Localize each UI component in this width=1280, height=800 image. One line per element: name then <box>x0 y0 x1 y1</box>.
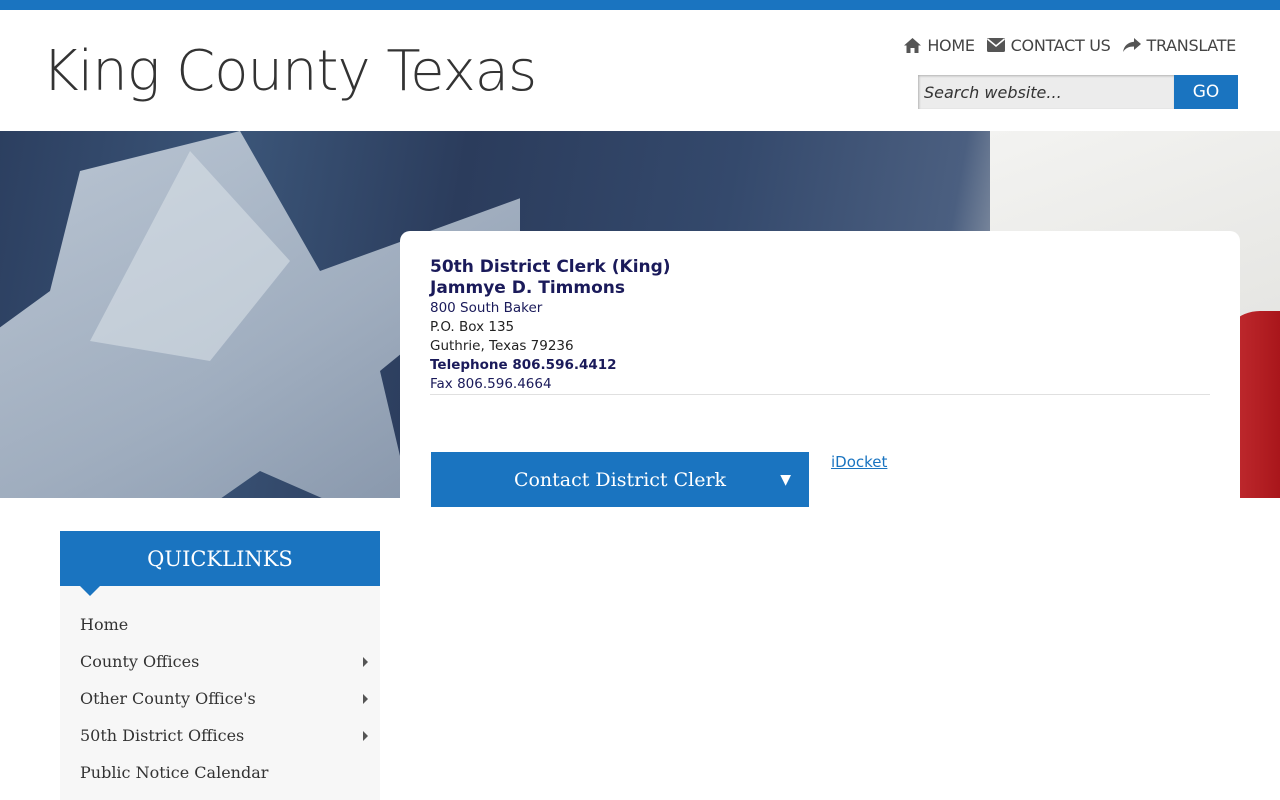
quicklinks-heading: QUICKLINKS <box>60 531 380 596</box>
quicklink-label: Home <box>80 615 129 634</box>
quicklink-public-notice-calendar[interactable]: Public Notice Calendar <box>60 754 380 791</box>
quicklink-county-offices[interactable]: County Offices <box>60 643 380 680</box>
top-accent-bar <box>0 0 1280 10</box>
contact-district-clerk-label: Contact District Clerk <box>513 468 727 491</box>
office-title: 50th District Clerk (King) <box>430 257 671 277</box>
quicklink-label: County Offices <box>80 652 200 671</box>
site-header: King County Texas HOME CONTACT US TRANSL… <box>0 10 1280 131</box>
top-navigation: HOME CONTACT US TRANSLATE <box>892 34 1236 56</box>
contact-district-clerk-button[interactable]: Contact District Clerk ▼ <box>431 452 809 507</box>
office-content-card: 50th District Clerk (King) Jammye D. Tim… <box>400 231 1240 531</box>
search-form: GO <box>918 75 1238 109</box>
nav-home-label: HOME <box>927 35 975 55</box>
idocket-link[interactable]: iDocket <box>831 453 887 471</box>
nav-translate-label: TRANSLATE <box>1146 35 1237 55</box>
nav-contact-us-label: CONTACT US <box>1010 35 1111 55</box>
nav-contact-us[interactable]: CONTACT US <box>986 35 1111 55</box>
envelope-icon <box>986 38 1005 52</box>
quicklink-label: 50th District Offices <box>80 726 245 745</box>
quicklink-label: Other County Office's <box>80 689 256 708</box>
quicklinks-list: Home County Offices Other County Office'… <box>60 586 380 791</box>
quicklinks-heading-label: QUICKLINKS <box>147 546 293 571</box>
office-contact-block: 50th District Clerk (King) Jammye D. Tim… <box>430 257 1210 395</box>
nav-translate[interactable]: TRANSLATE <box>1122 35 1237 55</box>
office-fax: Fax 806.596.4664 <box>430 376 552 392</box>
site-title[interactable]: King County Texas <box>42 40 537 104</box>
office-person-name: Jammye D. Timmons <box>430 278 625 298</box>
search-go-button[interactable]: GO <box>1174 75 1238 109</box>
submenu-arrow-icon <box>363 731 368 741</box>
quicklink-50th-district-offices[interactable]: 50th District Offices <box>60 717 380 754</box>
home-icon <box>904 37 922 53</box>
search-input[interactable] <box>918 75 1174 109</box>
quicklink-other-county-offices[interactable]: Other County Office's <box>60 680 380 717</box>
nav-home[interactable]: HOME <box>904 35 975 55</box>
quicklink-home[interactable]: Home <box>60 606 380 643</box>
dropdown-caret-icon: ▼ <box>780 472 791 488</box>
office-telephone: Telephone 806.596.4412 <box>430 357 617 373</box>
heading-notch-decoration <box>80 586 100 596</box>
submenu-arrow-icon <box>363 657 368 667</box>
address-street: 800 South Baker <box>430 300 543 316</box>
share-arrow-icon <box>1122 37 1141 52</box>
content-divider <box>430 394 1210 395</box>
submenu-arrow-icon <box>363 694 368 704</box>
quicklink-label: Public Notice Calendar <box>80 763 269 782</box>
address-po-box: P.O. Box 135 <box>430 319 515 335</box>
quicklinks-sidebar: QUICKLINKS Home County Offices Other Cou… <box>60 531 380 800</box>
address-city-state-zip: Guthrie, Texas 79236 <box>430 338 574 354</box>
